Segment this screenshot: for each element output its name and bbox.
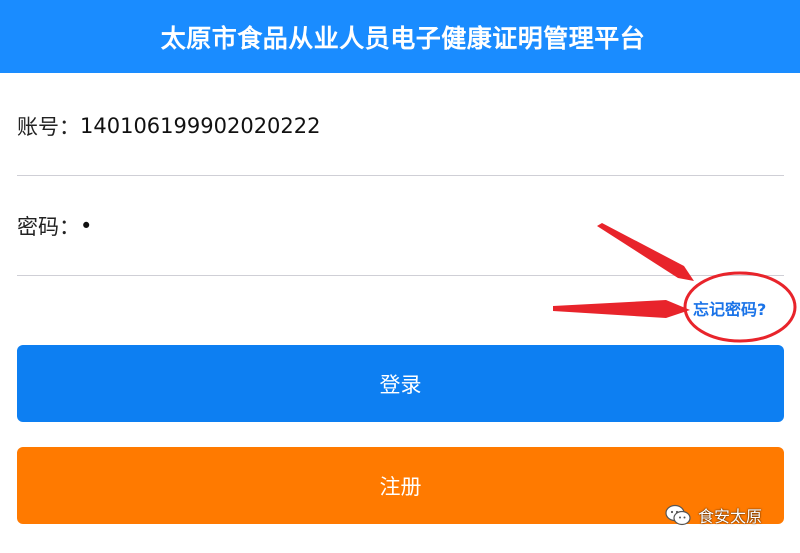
page-title: 太原市食品从业人员电子健康证明管理平台 — [160, 23, 646, 53]
arrow-lower — [553, 300, 690, 318]
account-row: 账号： 140106199902020222 — [17, 111, 321, 141]
wechat-icon — [665, 504, 691, 526]
watermark-text: 食安太原 — [698, 507, 763, 526]
password-field[interactable]: 密码： • — [17, 176, 784, 276]
wechat-watermark: 食安太原 — [664, 503, 762, 527]
account-field[interactable]: 账号： 140106199902020222 — [17, 76, 784, 176]
app-header: 太原市食品从业人员电子健康证明管理平台 — [0, 0, 800, 73]
register-button-label: 注册 — [379, 474, 422, 499]
login-button[interactable]: 登录 — [17, 345, 784, 422]
forgot-password-link[interactable]: 忘记密码? — [693, 296, 766, 320]
account-label: 账号： — [17, 115, 80, 139]
login-button-label: 登录 — [379, 372, 422, 397]
account-input[interactable]: 140106199902020222 — [80, 114, 321, 138]
password-row: 密码： • — [17, 211, 92, 241]
password-label: 密码： — [17, 215, 80, 239]
password-input[interactable]: • — [80, 214, 92, 238]
